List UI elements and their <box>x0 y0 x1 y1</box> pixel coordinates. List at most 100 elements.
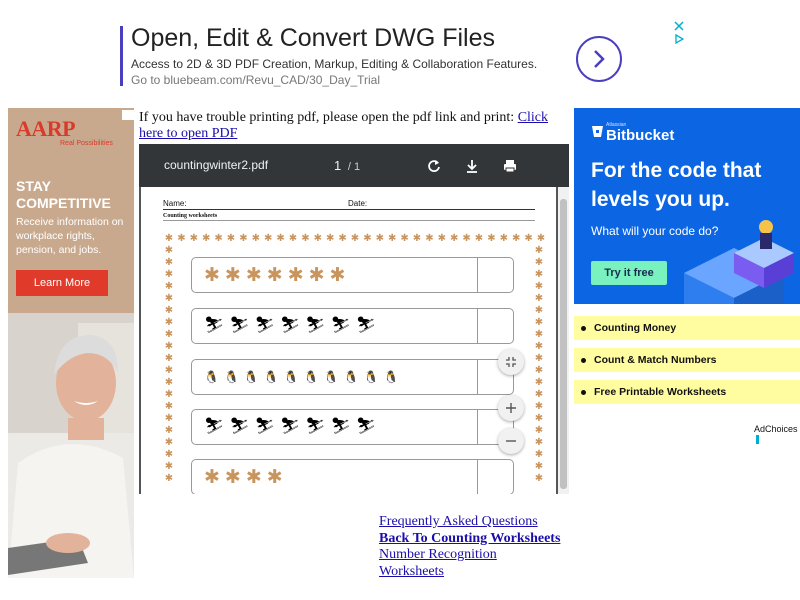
ad-url[interactable]: Go to bluebeam.com/Revu_CAD/30_Day_Trial <box>131 73 380 87</box>
zoom-in-button[interactable] <box>498 395 524 421</box>
border-snowflake-icon: ✱ <box>512 233 520 244</box>
border-snowflake-icon: ✱ <box>462 233 470 244</box>
border-snowflake-icon: ✱ <box>165 377 173 388</box>
skier-icon: ⛷ <box>330 418 351 435</box>
snowflake-icon: ✱ <box>266 466 283 488</box>
border-snowflake-icon: ✱ <box>165 473 173 484</box>
pdf-scrollbar[interactable] <box>558 187 569 494</box>
border-snowflake-icon: ✱ <box>535 425 543 436</box>
number-recognition-link[interactable]: Number Recognition <box>379 547 560 564</box>
snowflake-icon: ✱ <box>204 264 220 286</box>
border-snowflake-icon: ✱ <box>535 329 543 340</box>
border-snowflake-icon: ✱ <box>487 233 495 244</box>
border-snowflake-icon: ✱ <box>289 233 297 244</box>
print-instructions: If you have trouble printing pdf, please… <box>139 110 559 142</box>
fit-page-icon <box>506 357 516 367</box>
counting-money-link[interactable]: Counting Money <box>574 316 800 340</box>
free-printable-worksheets-link[interactable]: Free Printable Worksheets <box>574 380 800 404</box>
border-snowflake-icon: ✱ <box>165 305 173 316</box>
border-snowflake-icon: ✱ <box>537 233 545 244</box>
ad-close-icon[interactable] <box>674 21 684 31</box>
fit-page-button[interactable] <box>498 349 524 375</box>
border-snowflake-icon: ✱ <box>239 233 247 244</box>
skier-icon: ⛷ <box>305 418 326 435</box>
pdf-page-indicator: 1 / 1 <box>334 158 360 173</box>
border-snowflake-icon: ✱ <box>535 473 543 484</box>
border-snowflake-icon: ✱ <box>535 293 543 304</box>
border-snowflake-icon: ✱ <box>165 425 173 436</box>
snowflake-icon: ✱ <box>245 264 262 286</box>
border-snowflake-icon: ✱ <box>165 281 173 292</box>
border-snowflake-icon: ✱ <box>165 437 173 448</box>
ad-title[interactable]: Open, Edit & Convert DWG Files <box>131 24 495 53</box>
border-snowflake-icon: ✱ <box>165 257 173 268</box>
pdf-page-separator: / <box>347 161 351 173</box>
border-snowflake-icon: ✱ <box>165 317 173 328</box>
pdf-filename: countingwinter2.pdf <box>164 158 269 172</box>
border-snowflake-icon: ✱ <box>376 233 384 244</box>
rotate-icon[interactable] <box>425 157 443 175</box>
bitbucket-ad[interactable]: Atlassian Bitbucket For the code that le… <box>574 108 800 304</box>
ad-go-button[interactable] <box>576 36 622 82</box>
scrollbar-thumb[interactable] <box>560 199 567 489</box>
border-snowflake-icon: ✱ <box>165 245 173 256</box>
border-snowflake-icon: ✱ <box>500 233 508 244</box>
answer-box[interactable] <box>477 258 513 292</box>
aarp-body: Receive information on workplace rights,… <box>16 216 124 256</box>
print-icon[interactable] <box>501 157 519 175</box>
border-snowflake-icon: ✱ <box>535 269 543 280</box>
skier-icon: ⛷ <box>204 418 225 435</box>
try-it-free-button[interactable]: Try it free <box>591 261 667 285</box>
aarp-tagline: Real Possibilities <box>60 140 113 147</box>
skier-icon: ⛷ <box>355 317 377 334</box>
border-snowflake-icon: ✱ <box>165 461 173 472</box>
ad-info-icon[interactable] <box>122 110 134 120</box>
answer-box[interactable] <box>477 460 513 494</box>
border-snowflake-icon: ✱ <box>190 233 198 244</box>
border-snowflake-icon: ✱ <box>227 233 235 244</box>
border-snowflake-icon: ✱ <box>425 233 433 244</box>
penguin-icon: 🐧 <box>223 370 239 384</box>
related-link-label: Free Printable Worksheets <box>594 386 727 398</box>
aarp-ad[interactable]: AARP Real Possibilities STAY COMPETITIVE… <box>8 108 134 578</box>
border-snowflake-icon: ✱ <box>438 233 446 244</box>
pdf-page: Name: Date: Counting worksheets ✱ ✱ ✱ ✱ ✱ ✱ ✱ ✱… <box>141 187 556 494</box>
back-to-counting-link[interactable]: Back To Counting Worksheets <box>379 531 560 548</box>
border-snowflake-icon: ✱ <box>165 293 173 304</box>
top-ad-banner[interactable]: Open, Edit & Convert DWG Files Access to… <box>120 21 690 90</box>
zoom-out-button[interactable] <box>498 428 524 454</box>
adchoices-label[interactable]: AdChoices <box>754 424 800 445</box>
border-snowflake-icon: ✱ <box>314 233 322 244</box>
border-snowflake-icon: ✱ <box>165 329 173 340</box>
related-link-label: Count & Match Numbers <box>594 354 717 366</box>
border-snowflake-icon: ✱ <box>535 389 543 400</box>
pdf-total-pages: 1 <box>354 161 361 173</box>
snowflake-icon: ✱ <box>204 466 220 488</box>
adchoices-icon[interactable] <box>674 34 684 44</box>
counting-row-1: ✱ ✱ ✱ ✱ ✱ ✱ ✱ <box>191 257 514 293</box>
border-snowflake-icon: ✱ <box>326 233 334 244</box>
border-snowflake-icon: ✱ <box>475 233 483 244</box>
learn-more-button[interactable]: Learn More <box>16 270 108 296</box>
answer-box[interactable] <box>477 309 513 343</box>
penguin-icon: 🐧 <box>204 370 219 384</box>
worksheets-link[interactable]: Worksheets <box>379 564 560 581</box>
skier-icon: ⛷ <box>279 317 301 334</box>
penguin-icon: 🐧 <box>243 370 259 384</box>
skier-icon: ⛷ <box>204 317 225 334</box>
bitbucket-headline: For the code that levels you up. <box>591 159 762 211</box>
skier-icon: ⛷ <box>305 317 326 334</box>
ad-description: Access to 2D & 3D PDF Creation, Markup, … <box>131 57 538 71</box>
download-icon[interactable] <box>463 157 481 175</box>
faq-link[interactable]: Frequently Asked Questions <box>379 514 560 531</box>
counting-row-3: 🐧 🐧 🐧 🐧 🐧 🐧 🐧 🐧 🐧 🐧 <box>191 359 514 395</box>
border-snowflake-icon: ✱ <box>363 233 371 244</box>
border-snowflake-icon: ✱ <box>202 233 210 244</box>
snowflake-icon: ✱ <box>308 264 325 286</box>
border-snowflake-icon: ✱ <box>165 233 173 244</box>
count-match-numbers-link[interactable]: Count & Match Numbers <box>574 348 800 372</box>
ad-accent-bar <box>120 26 123 86</box>
adchoices-marker-icon <box>756 435 759 445</box>
pdf-viewer[interactable]: countingwinter2.pdf 1 / 1 Name: Date: Co… <box>139 144 569 494</box>
pdf-current-page[interactable]: 1 <box>334 158 341 173</box>
